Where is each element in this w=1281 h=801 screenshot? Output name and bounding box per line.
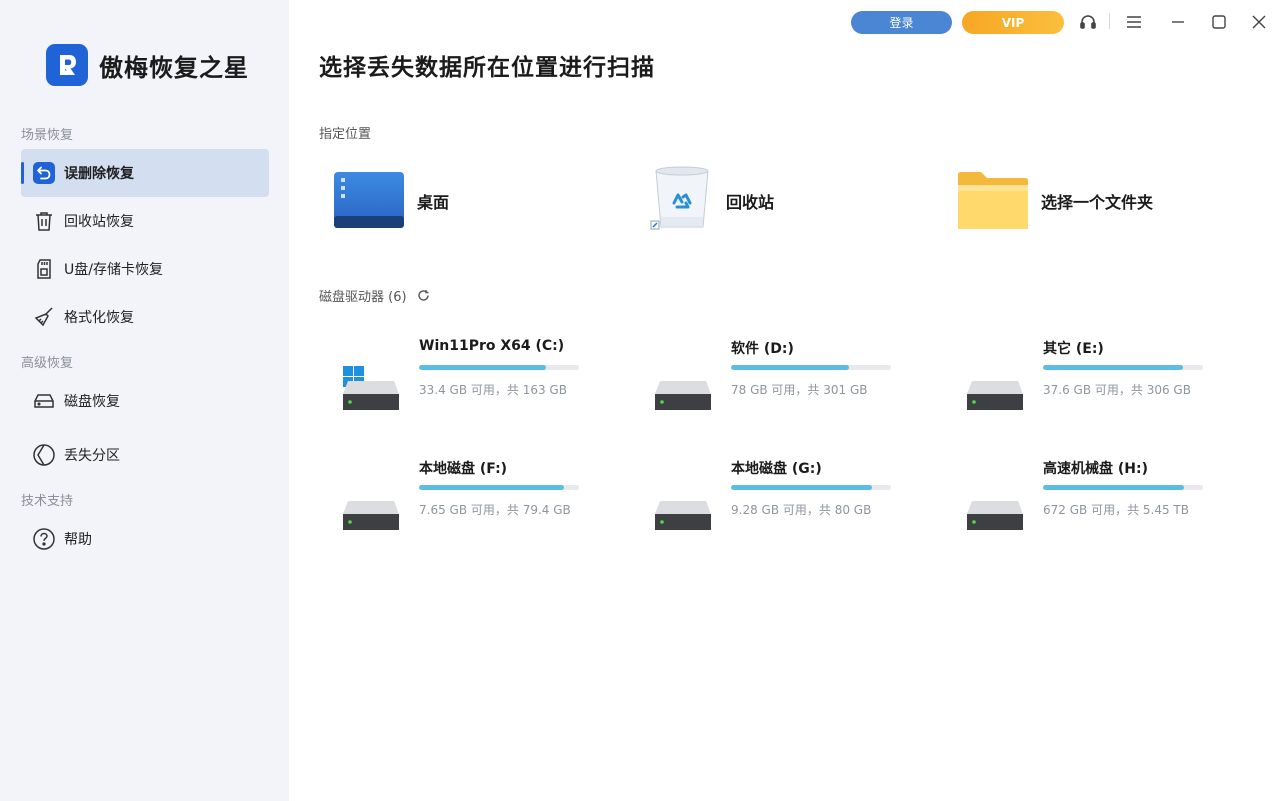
location-desktop[interactable]: 桌面 [333, 165, 449, 237]
drives-heading-label: 磁盘驱动器 (6) [319, 290, 407, 305]
drive-icon [341, 360, 401, 410]
sd-card-icon [32, 257, 56, 281]
toolbar-divider [1109, 13, 1110, 29]
drive-usage-fill [731, 485, 873, 490]
drive-capacity: 37.6 GB 可用，共 306 GB [1043, 383, 1191, 397]
drive-usage-bar [731, 485, 891, 490]
sidebar-item-label: 磁盘恢复 [64, 394, 120, 410]
sidebar-item-label: U盘/存储卡恢复 [64, 262, 163, 278]
main-panel: 登录 VIP 选择丢失数据所在位置进行扫描 指定位置 桌面 回收站 选择一个文件… [289, 0, 1281, 801]
app-window: 傲梅恢复之星 场景恢复 误删除恢复 回收站恢复 U盘/存储卡恢复 格式化恢复 高… [0, 0, 1281, 801]
desktop-icon [333, 167, 405, 235]
recycle-bin-icon [650, 165, 714, 237]
sidebar-item-format-recovery[interactable]: 格式化恢复 [21, 293, 269, 341]
drive-capacity: 78 GB 可用，共 301 GB [731, 383, 868, 397]
brand: 傲梅恢复之星 [46, 44, 249, 86]
drive-usage-bar [419, 365, 579, 370]
drive-usage-bar [731, 365, 891, 370]
drive-usage-fill [731, 365, 850, 370]
sidebar-item-label: 回收站恢复 [64, 214, 134, 230]
drive-name: 软件 (D:) [731, 341, 794, 357]
app-logo-icon [46, 44, 88, 86]
drive-usage-bar [1043, 485, 1203, 490]
locations-heading: 指定位置 [319, 127, 372, 142]
sidebar-item-recycle-recovery[interactable]: 回收站恢复 [21, 197, 269, 245]
sidebar-item-lost-partition[interactable]: 丢失分区 [21, 431, 269, 479]
vip-button[interactable]: VIP [962, 11, 1064, 34]
sidebar-item-label: 丢失分区 [64, 448, 120, 464]
location-recycle-bin[interactable]: 回收站 [650, 165, 774, 237]
page-title: 选择丢失数据所在位置进行扫描 [319, 55, 655, 81]
location-label: 回收站 [726, 193, 775, 212]
menu-icon[interactable] [1123, 11, 1145, 33]
sidebar-item-deleted-recovery[interactable]: 误删除恢复 [21, 149, 269, 197]
close-icon[interactable] [1248, 11, 1270, 33]
drive-name: 高速机械盘 (H:) [1043, 461, 1148, 477]
drive-icon [653, 360, 713, 410]
drive-usage-fill [419, 485, 564, 490]
location-choose-folder[interactable]: 选择一个文件夹 [957, 165, 1153, 237]
drive-capacity: 9.28 GB 可用，共 80 GB [731, 503, 872, 517]
drive-c[interactable]: Win11Pro X64 (C:) 33.4 GB 可用，共 163 GB [321, 336, 621, 426]
drive-capacity: 33.4 GB 可用，共 163 GB [419, 383, 567, 397]
sidebar-item-label: 格式化恢复 [64, 310, 134, 326]
sidebar-item-label: 帮助 [64, 532, 92, 548]
drive-f[interactable]: 本地磁盘 (F:) 7.65 GB 可用，共 79.4 GB [321, 456, 621, 546]
undo-icon [32, 161, 56, 185]
app-name: 傲梅恢复之星 [99, 53, 249, 82]
disk-icon [32, 389, 56, 413]
location-label: 桌面 [417, 193, 450, 212]
drive-icon [965, 480, 1025, 530]
broom-icon [32, 305, 56, 329]
sidebar-item-usb-recovery[interactable]: U盘/存储卡恢复 [21, 245, 269, 293]
drive-name: Win11Pro X64 (C:) [419, 338, 565, 354]
help-icon [32, 527, 56, 551]
sidebar: 傲梅恢复之星 场景恢复 误删除恢复 回收站恢复 U盘/存储卡恢复 格式化恢复 高… [0, 0, 289, 801]
drive-name: 其它 (E:) [1043, 341, 1104, 357]
trash-icon [32, 209, 56, 233]
drive-g[interactable]: 本地磁盘 (G:) 9.28 GB 可用，共 80 GB [633, 456, 933, 546]
minimize-icon[interactable] [1167, 11, 1189, 33]
drive-usage-bar [1043, 365, 1203, 370]
maximize-icon[interactable] [1208, 11, 1230, 33]
drive-h[interactable]: 高速机械盘 (H:) 672 GB 可用，共 5.45 TB [945, 456, 1245, 546]
drive-icon [653, 480, 713, 530]
section-label-support: 技术支持 [21, 494, 74, 509]
drive-usage-fill [419, 365, 547, 370]
drive-d[interactable]: 软件 (D:) 78 GB 可用，共 301 GB [633, 336, 933, 426]
drive-e[interactable]: 其它 (E:) 37.6 GB 可用，共 306 GB [945, 336, 1245, 426]
drive-usage-fill [1043, 485, 1184, 490]
drive-capacity: 7.65 GB 可用，共 79.4 GB [419, 503, 571, 517]
sidebar-item-help[interactable]: 帮助 [21, 515, 269, 563]
refresh-icon[interactable] [417, 289, 430, 302]
drives-heading: 磁盘驱动器 (6) [319, 286, 430, 305]
drive-icon [341, 480, 401, 530]
drive-usage-bar [419, 485, 579, 490]
sidebar-item-disk-recovery[interactable]: 磁盘恢复 [21, 377, 269, 425]
drive-capacity: 672 GB 可用，共 5.45 TB [1043, 503, 1189, 517]
location-label: 选择一个文件夹 [1041, 193, 1154, 212]
headset-icon[interactable] [1077, 11, 1099, 33]
section-label-advanced: 高级恢复 [21, 356, 74, 371]
drive-usage-fill [1043, 365, 1184, 370]
sidebar-item-label: 误删除恢复 [64, 166, 134, 182]
section-label-scenario: 场景恢复 [21, 128, 74, 143]
folder-icon [957, 167, 1029, 235]
login-button[interactable]: 登录 [851, 11, 952, 34]
account-bar: 登录 VIP [851, 11, 1064, 34]
drive-name: 本地磁盘 (G:) [731, 461, 822, 477]
drive-name: 本地磁盘 (F:) [419, 461, 508, 477]
partition-icon [32, 443, 56, 467]
drive-icon [965, 360, 1025, 410]
